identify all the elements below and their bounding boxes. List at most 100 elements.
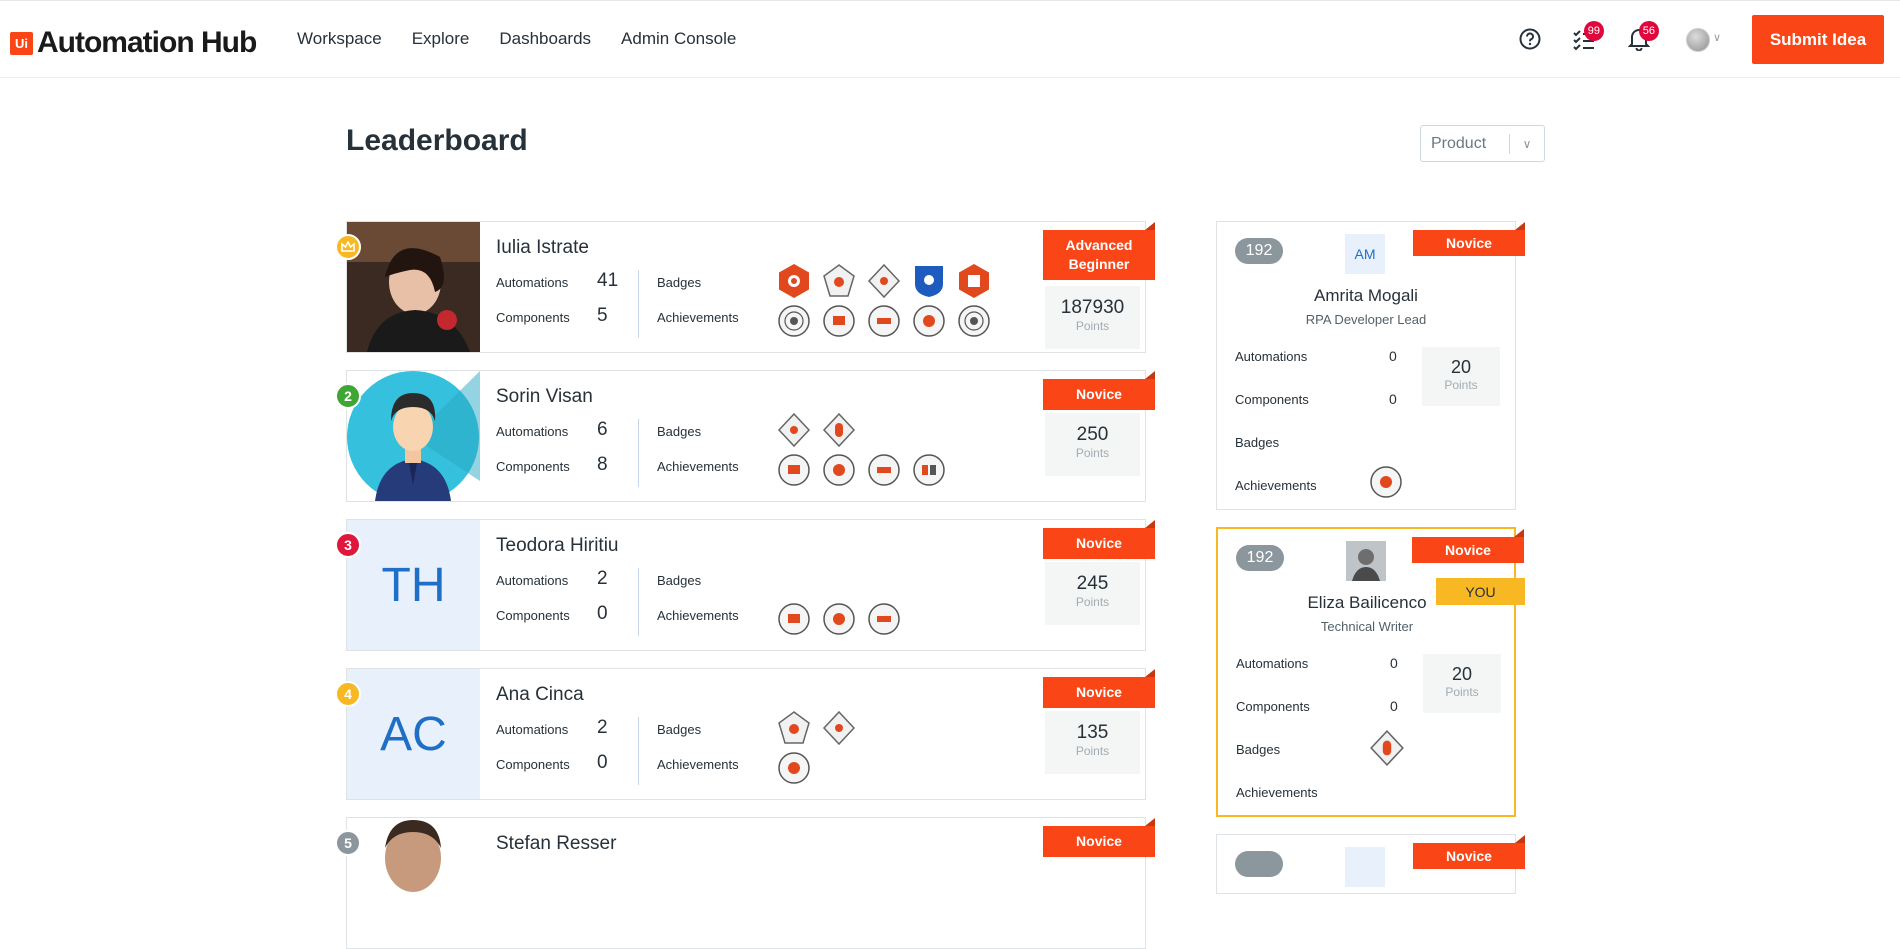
rank-pill: 192 <box>1235 238 1283 264</box>
level-tag: Novice <box>1413 222 1525 256</box>
leaderboard-row[interactable]: TH 3 Teodora Hiritiu Automations 2 Compo… <box>335 519 1155 651</box>
points-label: Points <box>1445 685 1479 699</box>
leaderboard-row[interactable]: AC 4 Ana Cinca Automations 2 Components … <box>335 668 1155 800</box>
automations-count: 6 <box>597 419 608 440</box>
rank-badge: 3 <box>335 532 361 558</box>
rank-pill: 192 <box>1236 545 1284 571</box>
level-tag: Advanced Beginner <box>1043 222 1155 280</box>
achievement-medal-icon[interactable] <box>820 600 857 637</box>
achievement-medal-icon[interactable] <box>820 302 857 339</box>
badge-diamond-icon[interactable] <box>1368 729 1406 772</box>
user-name[interactable]: Ana Cinca <box>496 684 584 706</box>
user-avatar[interactable] <box>1686 28 1710 52</box>
stats-divider <box>638 568 639 636</box>
achievement-medal-icon[interactable] <box>775 451 812 488</box>
achievement-medal-icon[interactable] <box>910 302 947 339</box>
badge-hexagon-icon[interactable] <box>955 262 992 299</box>
achievement-medal-icon[interactable] <box>775 600 812 637</box>
badge-diamond-icon[interactable] <box>820 709 857 746</box>
badge-pentagon-icon[interactable] <box>820 262 857 299</box>
badge-hexagon-icon[interactable] <box>775 262 812 299</box>
chevron-down-icon[interactable]: ∨ <box>1713 31 1721 44</box>
nav-item-dashboards[interactable]: Dashboards <box>499 29 591 49</box>
badges-list <box>775 411 865 448</box>
badges-label: Badges <box>657 573 702 588</box>
badges-label: Badges <box>657 424 702 439</box>
points-label: Points <box>1075 446 1110 460</box>
nav-item-admin-console[interactable]: Admin Console <box>621 29 736 49</box>
achievements-label: Achievements <box>657 608 739 623</box>
components-count: 5 <box>597 305 608 326</box>
user-name[interactable]: Eliza Bailicenco <box>1218 593 1516 613</box>
user-rank-card[interactable]: Novice <box>1216 834 1525 894</box>
badge-diamond-icon[interactable] <box>865 262 902 299</box>
automations-label: Automations <box>1235 349 1308 364</box>
achievements-list <box>775 451 955 488</box>
achievement-medal-icon[interactable] <box>910 451 947 488</box>
user-name[interactable]: Stefan Resser <box>496 833 616 855</box>
achievement-medal-icon[interactable] <box>865 600 902 637</box>
achievement-medal-icon[interactable] <box>955 302 992 339</box>
category-filter-select[interactable]: Product ∨ <box>1420 125 1545 162</box>
achievement-medal-icon[interactable] <box>820 451 857 488</box>
level-tag: Novice <box>1043 669 1155 708</box>
badge-shield-icon[interactable] <box>910 262 947 299</box>
achievements-label: Achievements <box>657 459 739 474</box>
components-count: 0 <box>1389 391 1397 407</box>
help-icon[interactable] <box>1512 21 1548 57</box>
leaderboard-row[interactable]: 2 Sorin Visan Automations 6 Components 8… <box>335 370 1155 502</box>
components-label: Components <box>496 459 570 474</box>
filter-value: Product <box>1431 134 1487 152</box>
automations-count: 0 <box>1389 348 1397 364</box>
user-rank-card[interactable]: 192 AM Novice Amrita Mogali RPA Develope… <box>1216 221 1525 510</box>
user-avatar <box>1346 541 1386 581</box>
points-box: 20 Points <box>1422 347 1500 406</box>
components-label: Components <box>496 310 570 325</box>
user-initials-avatar: TH <box>347 520 480 650</box>
top-navigation-bar: Ui Automation Hub Workspace Explore Dash… <box>0 0 1900 78</box>
badge-pentagon-icon[interactable] <box>775 709 812 746</box>
achievements-list <box>775 600 910 637</box>
level-tag: Novice <box>1043 520 1155 559</box>
nav-item-explore[interactable]: Explore <box>412 29 470 49</box>
achievement-medal-icon[interactable] <box>1369 465 1403 504</box>
badge-diamond-icon[interactable] <box>820 411 857 448</box>
user-avatar-illustration <box>347 371 480 501</box>
points-box: 135 Points <box>1045 711 1140 774</box>
points-value: 20 <box>1450 357 1472 377</box>
achievements-label: Achievements <box>657 310 739 325</box>
badge-diamond-icon[interactable] <box>775 411 812 448</box>
badges-label: Badges <box>657 722 702 737</box>
main-nav: Workspace Explore Dashboards Admin Conso… <box>297 29 766 49</box>
leaderboard-row[interactable]: Iulia Istrate Automations 41 Components … <box>335 221 1155 353</box>
achievement-medal-icon[interactable] <box>865 451 902 488</box>
achievement-medal-icon[interactable] <box>775 302 812 339</box>
submit-idea-button[interactable]: Submit Idea <box>1752 15 1884 64</box>
user-role: RPA Developer Lead <box>1305 312 1427 327</box>
components-count: 0 <box>597 603 608 624</box>
app-logo[interactable]: Ui Automation Hub <box>10 26 257 60</box>
leaderboard-row[interactable]: 5 Stefan Resser Novice <box>335 817 1155 949</box>
achievement-medal-icon[interactable] <box>775 749 812 786</box>
achievement-medal-icon[interactable] <box>865 302 902 339</box>
rank-badge: 4 <box>335 681 361 707</box>
tasks-icon[interactable]: 99 <box>1566 21 1604 57</box>
user-name[interactable]: Sorin Visan <box>496 386 593 408</box>
user-name[interactable]: Amrita Mogali <box>1217 286 1515 306</box>
components-label: Components <box>1235 392 1309 407</box>
user-name[interactable]: Iulia Istrate <box>496 237 589 259</box>
notifications-icon[interactable]: 56 <box>1621 21 1659 57</box>
components-label: Components <box>496 608 570 623</box>
page-title: Leaderboard <box>346 124 528 157</box>
badges-list <box>775 262 1000 299</box>
automations-label: Automations <box>496 424 569 439</box>
points-label: Points <box>1444 378 1478 392</box>
current-user-rank-card[interactable]: 192 Novice YOU Eliza Bailicenco Technica… <box>1216 527 1525 817</box>
user-name[interactable]: Teodora Hiritiu <box>496 535 619 557</box>
achievements-list <box>775 302 1000 339</box>
user-initials-avatar <box>1345 847 1385 887</box>
nav-item-workspace[interactable]: Workspace <box>297 29 382 49</box>
points-box: 20 Points <box>1423 654 1501 713</box>
badges-label: Badges <box>1236 742 1281 757</box>
app-name: Automation Hub <box>37 26 257 59</box>
